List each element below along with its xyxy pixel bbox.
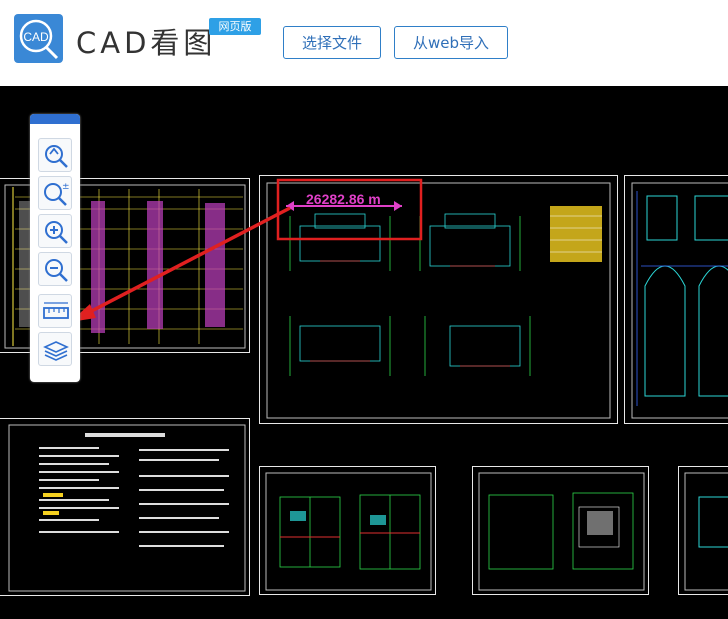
zoom-fit-icon	[45, 145, 68, 168]
select-file-button[interactable]: 选择文件	[283, 26, 381, 59]
svg-text:±: ±	[62, 182, 70, 192]
zoom-window-button[interactable]: ±	[38, 176, 72, 210]
zoom-extents-button[interactable]	[38, 138, 72, 172]
app-logo: CAD	[14, 14, 63, 63]
ruler-icon	[43, 302, 69, 319]
zoom-out-button[interactable]	[38, 252, 72, 286]
logo-abbr: CAD	[23, 30, 49, 44]
layers-icon	[43, 341, 69, 361]
drawing-sheet-windows	[624, 175, 728, 424]
pointer-arrow	[70, 206, 291, 322]
drawing-sheet-notes	[0, 418, 250, 596]
web-import-button[interactable]: 从web导入	[394, 26, 508, 59]
web-version-badge: 网页版	[209, 18, 261, 35]
view-toolbar: ±	[30, 114, 80, 382]
zoom-in-icon	[45, 221, 68, 244]
zoom-out-icon	[45, 259, 68, 282]
app-title: CAD看图	[76, 26, 217, 60]
cad-canvas[interactable]: 26282.86 m	[0, 86, 728, 619]
zoom-in-button[interactable]	[38, 214, 72, 248]
layers-button[interactable]	[38, 332, 72, 366]
toolbar-header[interactable]	[30, 114, 80, 124]
drawing-sheet-detail	[678, 466, 728, 595]
zoom-window-icon: ±	[44, 182, 70, 206]
drawing-sheet-elevations: 26282.86 m	[259, 175, 618, 424]
measure-label: 26282.86 m	[306, 191, 381, 207]
drawing-sheet-plan-1	[259, 466, 436, 595]
app-header: CAD CAD看图 网页版 选择文件 从web导入	[0, 0, 728, 86]
drawing-sheet-plan-2	[472, 466, 649, 595]
measure-button[interactable]	[38, 294, 72, 328]
